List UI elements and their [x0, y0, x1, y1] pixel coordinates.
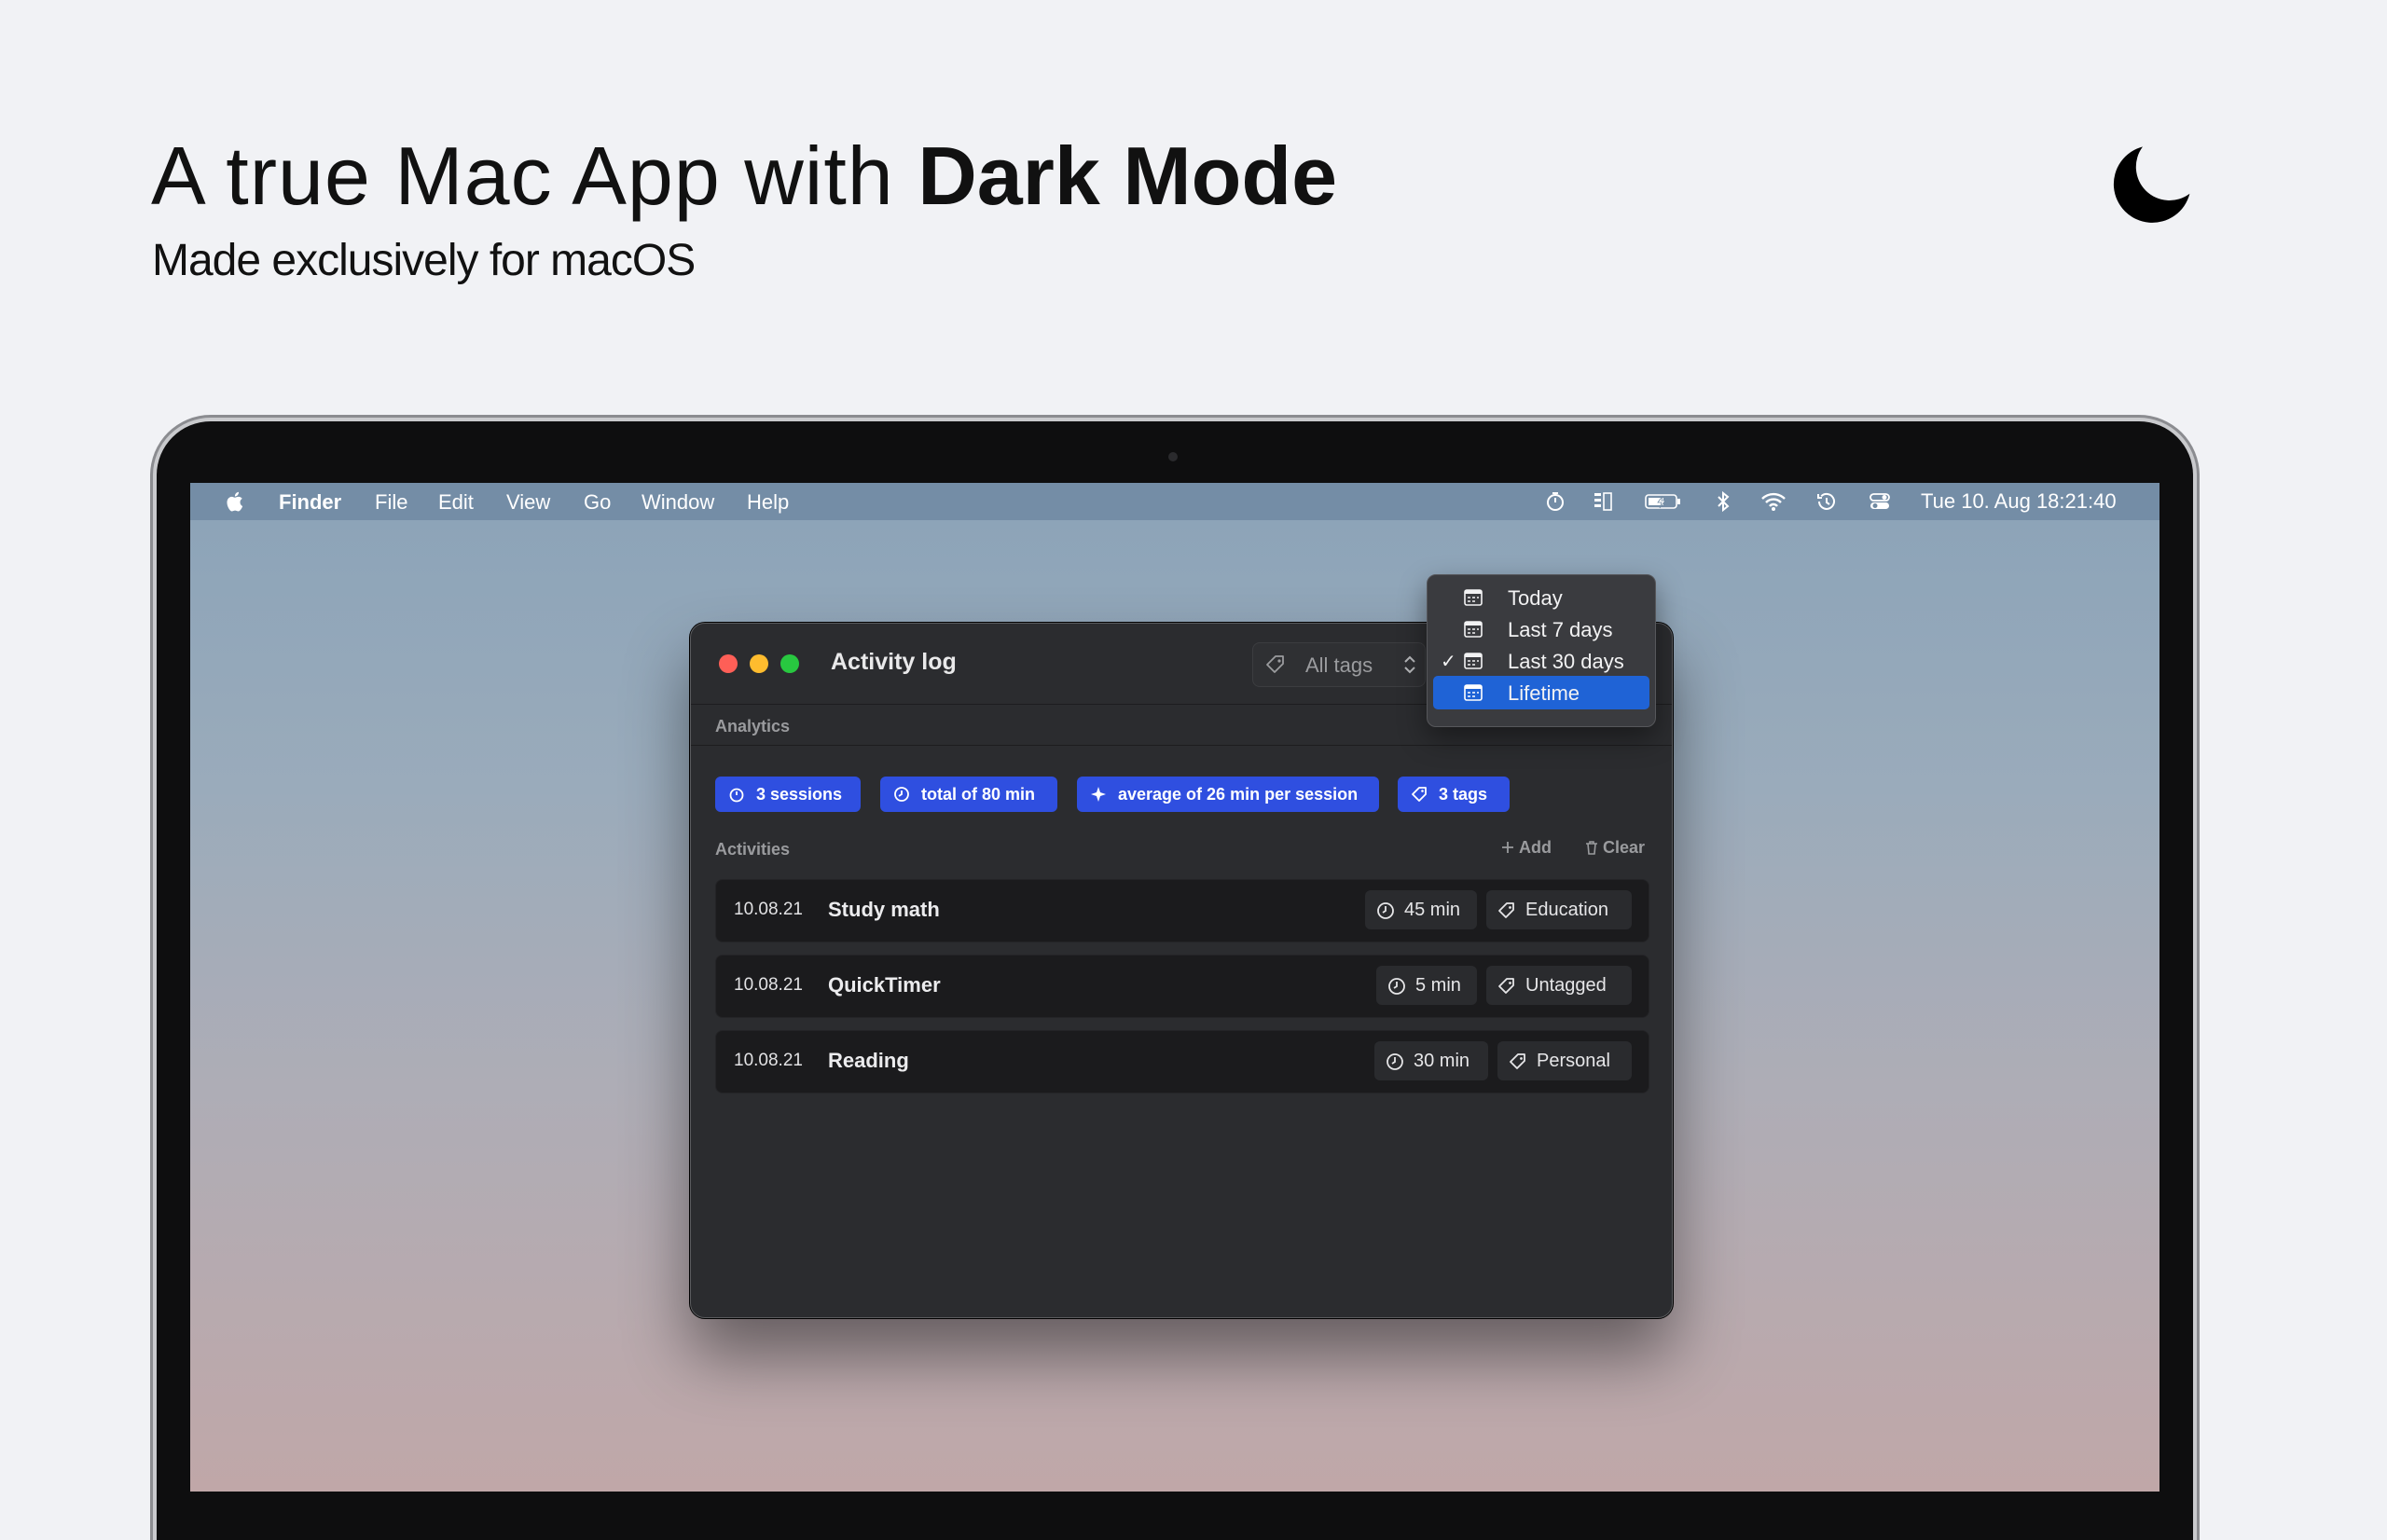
tag-value: Education — [1525, 900, 1608, 920]
menu-item-label: Last 7 days — [1508, 618, 1613, 641]
duration-value: 5 min — [1415, 975, 1461, 996]
tag-pill: Personal — [1497, 1041, 1632, 1080]
window-title: Activity log — [831, 649, 957, 675]
analytics-divider — [691, 745, 1672, 746]
clock-icon — [1377, 902, 1394, 919]
wifi-icon[interactable] — [1760, 490, 1787, 513]
calendar-icon — [1464, 653, 1483, 669]
menu-bar: Finder File Edit View Go Window Help Tue… — [190, 483, 2159, 520]
activity-date: 10.08.21 — [734, 900, 803, 919]
menu-item-lifetime[interactable]: Lifetime — [1433, 676, 1649, 709]
headline: A true Mac App with Dark Mode — [151, 129, 1337, 224]
activity-row[interactable]: 10.08.21 Study math 45 min Education — [715, 879, 1649, 942]
menu-window[interactable]: Window — [642, 490, 714, 515]
tags-chip: 3 tags — [1398, 777, 1510, 812]
add-button-label: Add — [1519, 838, 1552, 857]
clock-icon — [894, 787, 909, 802]
desktop-screen: Finder File Edit View Go Window Help Tue… — [190, 483, 2159, 1492]
menu-go[interactable]: Go — [584, 490, 611, 515]
duration-pill: 45 min — [1365, 890, 1477, 929]
tag-icon — [1412, 787, 1427, 802]
subheadline: Made exclusively for macOS — [152, 236, 696, 285]
total-chip-label: total of 80 min — [921, 785, 1036, 804]
duration-pill: 30 min — [1374, 1041, 1488, 1080]
calendar-icon — [1464, 621, 1483, 638]
stage-icon[interactable] — [1592, 490, 1614, 513]
activity-name: Study math — [828, 898, 940, 921]
tag-icon — [1510, 1053, 1525, 1069]
total-chip: total of 80 min — [880, 777, 1057, 812]
duration-value: 30 min — [1414, 1051, 1470, 1071]
close-button[interactable] — [719, 654, 738, 673]
control-center-icon[interactable] — [1869, 490, 1891, 513]
menu-file[interactable]: File — [375, 490, 407, 515]
menu-help[interactable]: Help — [747, 490, 789, 515]
menu-item-last-7-days[interactable]: Last 7 days — [1433, 612, 1649, 646]
tag-pill: Education — [1486, 890, 1632, 929]
activity-date: 10.08.21 — [734, 975, 803, 995]
activity-row[interactable]: 10.08.21 Reading 30 min Personal — [715, 1030, 1649, 1093]
camera — [1168, 452, 1178, 461]
timer-icon — [729, 788, 744, 803]
sessions-chip-label: 3 sessions — [756, 785, 843, 804]
battery-charging-icon[interactable] — [1645, 490, 1682, 513]
menu-clock[interactable]: Tue 10. Aug 18:21:40 — [1921, 489, 2117, 514]
tag-icon — [1266, 655, 1284, 673]
tag-value: Untagged — [1525, 975, 1607, 996]
sparkle-icon — [1091, 787, 1106, 802]
menu-edit[interactable]: Edit — [438, 490, 474, 515]
average-chip-label: average of 26 min per session — [1118, 785, 1359, 804]
minimize-button[interactable] — [750, 654, 768, 673]
menu-item-label: Last 30 days — [1508, 650, 1624, 673]
tag-pill: Untagged — [1486, 966, 1632, 1005]
activity-name: QuickTimer — [828, 973, 941, 997]
tag-value: Personal — [1537, 1051, 1610, 1071]
activity-date: 10.08.21 — [734, 1051, 803, 1070]
tag-filter-select[interactable]: All tags — [1252, 642, 1426, 687]
checkmark-icon: ✓ — [1441, 652, 1456, 672]
clock-icon — [1388, 978, 1405, 995]
activity-row[interactable]: 10.08.21 QuickTimer 5 min Untagged — [715, 955, 1649, 1018]
bluetooth-icon[interactable] — [1712, 490, 1734, 513]
menu-item-label: Today — [1508, 586, 1563, 610]
date-range-menu: Today Last 7 days ✓ Last 30 days Lifetim… — [1427, 574, 1656, 727]
activity-name: Reading — [828, 1049, 909, 1072]
calendar-icon — [1464, 589, 1483, 606]
calendar-icon — [1464, 684, 1483, 701]
duration-pill: 5 min — [1376, 966, 1477, 1005]
analytics-label: Analytics — [715, 717, 791, 736]
plus-icon — [1502, 842, 1513, 853]
menu-view[interactable]: View — [506, 490, 550, 515]
sessions-chip: 3 sessions — [715, 777, 861, 812]
activities-label: Activities — [715, 840, 791, 859]
timer-icon[interactable] — [1544, 490, 1566, 513]
menu-item-last-30-days[interactable]: ✓ Last 30 days — [1433, 644, 1649, 678]
menu-item-label: Lifetime — [1508, 681, 1580, 705]
tag-filter-value: All tags — [1305, 653, 1373, 677]
time-machine-icon[interactable] — [1815, 490, 1838, 513]
headline-bold: Dark Mode — [918, 130, 1338, 222]
menu-app-finder[interactable]: Finder — [279, 490, 341, 515]
moon-icon — [2113, 146, 2190, 223]
tag-icon — [1498, 902, 1514, 918]
duration-value: 45 min — [1404, 900, 1461, 920]
tags-chip-label: 3 tags — [1439, 785, 1488, 804]
zoom-button[interactable] — [780, 654, 799, 673]
average-chip: average of 26 min per session — [1077, 777, 1379, 812]
chevron-updown-icon — [1404, 655, 1415, 674]
apple-icon[interactable] — [224, 490, 244, 513]
menu-item-today[interactable]: Today — [1433, 581, 1649, 614]
trash-icon — [1586, 841, 1597, 855]
headline-light: A true Mac App with — [151, 130, 918, 222]
clock-icon — [1387, 1053, 1403, 1070]
clear-button-label: Clear — [1603, 838, 1646, 857]
tag-icon — [1498, 978, 1514, 994]
